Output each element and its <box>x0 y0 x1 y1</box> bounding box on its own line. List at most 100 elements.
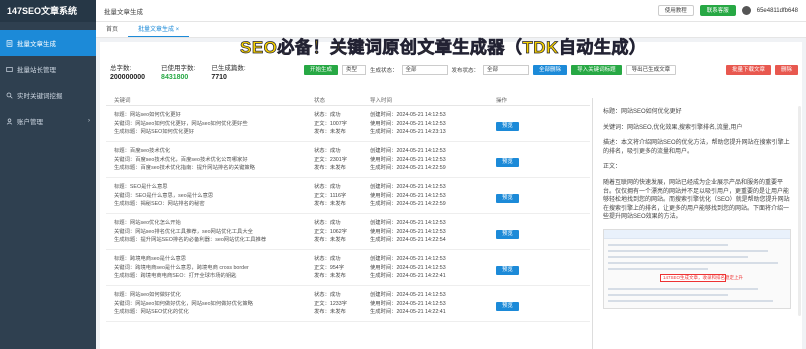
cell-keyword: 标题：SEO是什么意思关键词：SEO是什么意思，seo是什么意思 生成标题：揭秘S… <box>106 178 310 213</box>
cell-status: 状态：成功正文：1233字 发布：未发布 <box>310 286 370 321</box>
sidebar-item-label: 批量站长管理 <box>17 67 56 74</box>
delete-button[interactable]: 删除 <box>774 65 798 75</box>
cell-keyword-line: 生成标题：网站SEO优化的优化 <box>114 309 189 315</box>
cell-operation: 预览 <box>496 214 556 249</box>
contact-service-button[interactable]: 联系客服 <box>699 5 736 16</box>
cell-operation: 预览 <box>496 286 556 321</box>
table-row[interactable]: 标题：网站seo如何做好优化 关键词：网站seo如何做好优化，网站seo如何做好优… <box>106 286 590 322</box>
article-table: 关键词 状态 导入时间 操作 标题：网站seo如何优化更好 关键词：网站seo如何… <box>106 94 590 322</box>
right-actions: 批量下载文章 删除 <box>725 65 798 75</box>
stat-label: 已使用字数: <box>161 65 196 72</box>
cell-keyword-line: 标题：跨境电商seo是什么意思 <box>114 256 187 262</box>
cell-time-line: 使用时间：2024-05-21 14:12:53 <box>370 264 446 271</box>
cell-keyword-line: 生成标题：揭秘SEO：网站排名的秘密 <box>114 201 205 207</box>
table-row[interactable]: 标题：百度seo技术优化 关键词：百度seo技术优化，百度seo技术优化公司哪家好… <box>106 142 590 178</box>
col-operation: 操作 <box>496 97 508 104</box>
delete-all-button[interactable]: 全部删除 <box>533 65 568 75</box>
preview-button[interactable]: 预览 <box>496 301 520 311</box>
tab-home[interactable]: 首页 <box>96 24 128 37</box>
preview-button[interactable]: 预览 <box>496 121 520 131</box>
cell-time: 创建时间：2024-05-21 14:12:53 使用时间：2024-05-21 … <box>370 142 496 177</box>
sidebar-item-batch-generate[interactable]: 批量文章生成 <box>0 30 96 56</box>
cell-time-line: 生成时间：2024-05-21 14:22:59 <box>370 201 446 207</box>
pub-status-select[interactable]: 全部 <box>483 65 530 75</box>
cell-time-line: 生成时间：2024-05-21 14:22:41 <box>370 273 446 279</box>
avatar[interactable] <box>741 6 751 15</box>
cell-keyword-line: 标题：网站seo优化怎么开始 <box>114 220 181 226</box>
cell-status-line: 发布：未发布 <box>314 165 346 171</box>
preview-button[interactable]: 预览 <box>496 193 520 203</box>
help-button[interactable]: 使用教程 <box>657 5 694 16</box>
promo-banner: SEO必备！关键词原创文章生成器（TDK自动生成） <box>240 38 647 58</box>
top-header: 批量文章生成 使用教程 联系客服 65e4811dfb648 <box>96 0 806 22</box>
sidebar-item-label: 账户管理 <box>17 119 43 126</box>
cell-operation: 预览 <box>496 178 556 213</box>
sidebar-item-keyword-mining[interactable]: 实时关键词挖掘 <box>0 82 96 108</box>
cell-time-line: 使用时间：2024-05-21 14:12:53 <box>370 228 446 235</box>
cell-time: 创建时间：2024-05-21 14:12:53 使用时间：2024-05-21 … <box>370 214 496 249</box>
cell-status-line: 状态：成功 <box>314 256 341 262</box>
cell-time-line: 生成时间：2024-05-21 14:22:54 <box>370 237 446 243</box>
preview-description: 描述：本文将介绍网站SEO的优化方法，帮助您提升网站在搜索引擎上的排名，吸引更多… <box>603 140 790 155</box>
preview-button[interactable]: 预览 <box>496 265 520 275</box>
cell-keyword-line: 生成标题：提升网站SEO排名的必备利器：seo网站优化工具推荐 <box>114 237 267 243</box>
cell-status: 状态：成功 正文：1116字 发布：未发布 <box>310 178 370 213</box>
preview-body: 随着互联网的快速发展，网站已经成为企业展示产品和服务的重要平台。仅仅拥有一个漂亮… <box>603 179 790 221</box>
sidebar-item-site-manage[interactable]: 批量站长管理 <box>0 56 96 82</box>
stat-value: 8431800 <box>161 74 189 81</box>
sidebar-item-account[interactable]: 账户管理 › <box>0 108 96 134</box>
sidebar: 147SEO文章系统 批量文章生成 批量站长管理 实时关键词挖掘 账户管理 › <box>0 0 96 349</box>
sidebar-item-label: 批量文章生成 <box>17 41 56 48</box>
cell-time: 创建时间：2024-05-21 14:12:53 使用时间：2024-05-21 … <box>370 178 496 213</box>
cell-status: 状态：成功 正文：2301字 发布：未发布 <box>310 142 370 177</box>
cell-keyword-line: 标题：SEO是什么意思 <box>114 184 168 190</box>
table-row[interactable]: 标题：SEO是什么意思关键词：SEO是什么意思，seo是什么意思 生成标题：揭秘S… <box>106 178 590 214</box>
preview-image-caption: 147SEO生成文章，收录和排名稳定上升 <box>660 273 743 282</box>
cell-status-line: 正文：1233字 <box>314 300 347 307</box>
cell-time: 创建时间：2024-05-21 14:12:53 使用时间：2024-05-21 … <box>370 250 496 285</box>
table-row[interactable]: 标题：网站seo优化怎么开始 关键词：网站seo排名优化工具推荐，seo网站优化工… <box>106 214 590 250</box>
preview-button[interactable]: 预览 <box>496 229 520 239</box>
cell-status-line: 状态：成功 <box>314 292 341 298</box>
article-preview: 标题：网站SEO如何优化更好 关键词：网站SEO,优化效果,搜索引擎排名,流量,… <box>592 98 802 349</box>
cell-keyword-line: 关键词：SEO是什么意思，seo是什么意思 <box>114 192 214 199</box>
username[interactable]: 65e4811dfb648 <box>757 8 798 14</box>
cell-status-line: 发布：未发布 <box>314 309 346 315</box>
cell-status-line: 发布：未发布 <box>314 129 346 135</box>
cell-time: 创建时间：2024-05-21 14:12:53 使用时间：2024-05-21 … <box>370 106 496 141</box>
cell-keyword-line: 标题：网站seo如何优化更好 <box>114 112 181 118</box>
cell-status-line: 正文：954字 <box>314 264 345 271</box>
cell-status-line: 发布：未发布 <box>314 237 346 243</box>
type-select[interactable]: 类型 <box>342 65 367 75</box>
gen-status-label: 生成状态： <box>370 68 398 74</box>
cell-operation: 预览 <box>496 106 556 141</box>
batch-download-button[interactable]: 批量下载文章 <box>725 65 771 75</box>
cell-keyword: 标题：网站seo优化怎么开始 关键词：网站seo排名优化工具推荐，seo网站优化工… <box>106 214 310 249</box>
cell-status: 状态：成功 正文：1062字 发布：未发布 <box>310 214 370 249</box>
cell-keyword-line: 标题：百度seo技术优化 <box>114 148 171 154</box>
cell-keyword-line: 标题：网站seo如何做好优化 <box>114 292 181 298</box>
table-row[interactable]: 标题：网站seo如何优化更好关键词：网站seo如何优化更好，网站seo如何优化更… <box>106 106 590 142</box>
cell-time: 创建时间：2024-05-21 14:12:53 使用时间：2024-05-21 … <box>370 286 496 321</box>
cell-time-line: 创建时间：2024-05-21 14:12:53 <box>370 184 446 190</box>
cell-time-line: 使用时间：2024-05-21 14:12:53 <box>370 156 446 163</box>
preview-scrollbar[interactable] <box>798 106 801 316</box>
stat-used: 已使用字数: 8431800 <box>161 62 195 81</box>
sidebar-item-label: 实时关键词挖掘 <box>17 93 63 100</box>
cell-operation: 预览 <box>496 250 556 285</box>
tab-batch-generate[interactable]: 批量文章生成 × <box>128 24 190 37</box>
cell-time-line: 生成时间：2024-05-21 14:22:41 <box>370 309 446 315</box>
preview-button[interactable]: 预览 <box>496 157 520 167</box>
start-generate-button[interactable]: 开始生成 <box>304 65 339 75</box>
app-title: 147SEO文章系统 <box>0 0 96 22</box>
cell-status-line: 正文：1116字 <box>314 192 347 199</box>
cell-status-line: 状态：成功 <box>314 220 341 226</box>
cell-keyword: 标题：跨境电商seo是什么意思 关键词：跨境电商seo是什么意思，跨境电商 cro… <box>106 250 310 285</box>
gen-status-select[interactable]: 全部 <box>401 65 448 75</box>
export-articles-button[interactable]: 导出已生成文章 <box>625 65 677 75</box>
cell-time-line: 使用时间：2024-05-21 14:12:53 <box>370 192 446 199</box>
table-row[interactable]: 标题：跨境电商seo是什么意思 关键词：跨境电商seo是什么意思，跨境电商 cro… <box>106 250 590 286</box>
import-keywords-button[interactable]: 导入关键词标题 <box>571 65 622 75</box>
stat-value: 7710 <box>211 74 227 81</box>
cell-keyword-line: 关键词：网站seo如何优化更好，网站seo如何优化更好些 <box>114 120 248 127</box>
